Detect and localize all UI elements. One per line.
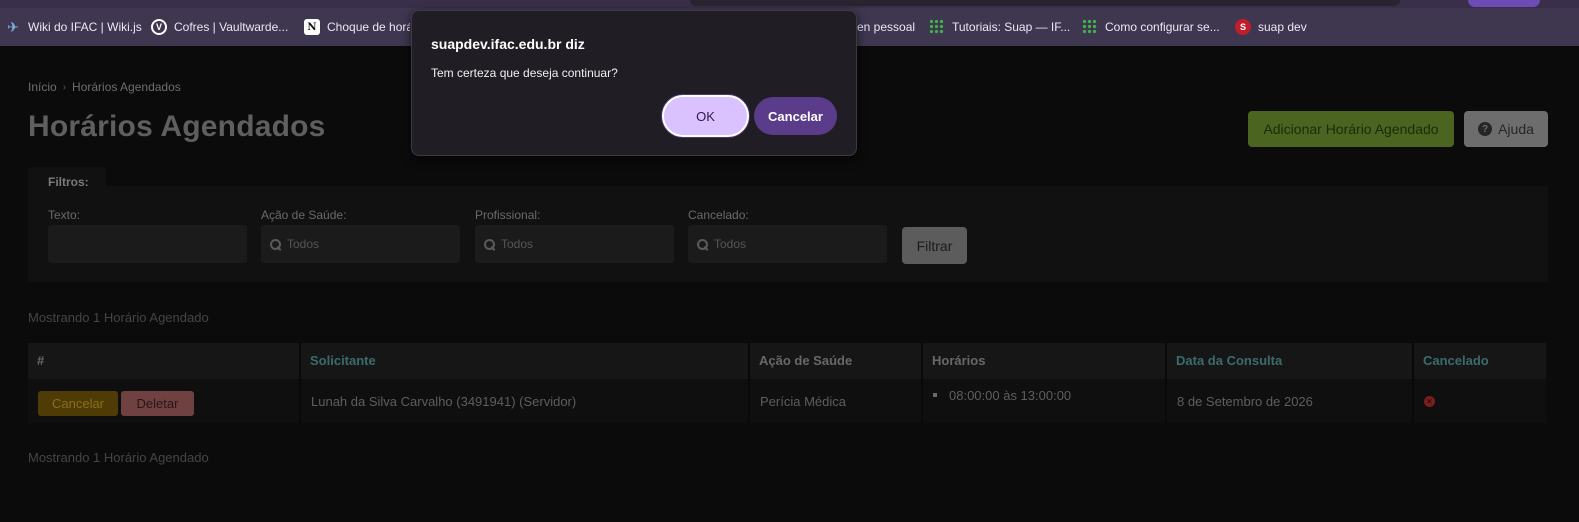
row-delete-button[interactable]: Deletar [121, 391, 194, 416]
cancelado-filter-placeholder: Todos [714, 237, 747, 251]
dialog-title: suapdev.ifac.edu.br diz [431, 36, 585, 52]
breadcrumb-current: Horários Agendados [72, 80, 181, 94]
acao-saude-filter-placeholder: Todos [287, 237, 320, 251]
cell-horarios: 08:00:00 às 13:00:00 [923, 373, 1071, 417]
suap-icon: S [1235, 19, 1251, 35]
filter-submit-button[interactable]: Filtrar [902, 227, 967, 264]
ifac-grid-icon [1082, 19, 1098, 35]
browser-profile-button[interactable] [1468, 0, 1540, 7]
browser-tab-strip [0, 0, 1579, 8]
bookmark-pessoal[interactable]: en pessoal [857, 17, 915, 37]
confirm-dialog: suapdev.ifac.edu.br diz Tem certeza que … [411, 10, 857, 156]
column-header-data-consulta[interactable]: Data da Consulta [1167, 343, 1282, 379]
bookmark-vaultwarden[interactable]: V Cofres | Vaultwarde... [151, 17, 288, 37]
breadcrumb-separator-icon: › [62, 81, 67, 93]
cell-solicitante: Lunah da Silva Carvalho (3491941) (Servi… [311, 393, 577, 409]
column-header-solicitante[interactable]: Solicitante [301, 343, 376, 379]
dialog-message: Tem certeza que deseja continuar? [431, 66, 618, 80]
results-summary-top: Mostrando 1 Horário Agendado [28, 310, 209, 325]
help-button[interactable]: ? Ajuda [1464, 111, 1548, 147]
column-header-index: # [37, 353, 45, 368]
wiki-bird-icon: ✈ [7, 18, 19, 35]
breadcrumb-home-link[interactable]: Início [28, 80, 57, 94]
bookmark-tutoriais-suap[interactable]: Tutoriais: Suap — IF... [929, 17, 1070, 37]
texto-filter-label: Texto: [48, 208, 81, 222]
acao-saude-filter-select[interactable]: Todos [261, 225, 460, 263]
page-title: Horários Agendados [28, 110, 326, 143]
search-icon [697, 238, 708, 250]
row-cancel-button[interactable]: Cancelar [38, 391, 118, 416]
filters-panel: Texto: Ação de Saúde: Todos Profissional… [28, 186, 1548, 282]
table-header: # Solicitante Ação de Saúde Horários Dat… [28, 343, 1546, 379]
question-icon: ? [1478, 122, 1493, 136]
bookmark-label: Choque de horá [327, 20, 410, 34]
bookmark-label: Wiki do IFAC | Wiki.js [28, 20, 142, 34]
bookmark-label: Como configurar se... [1105, 20, 1220, 34]
vaultwarden-icon: V [151, 19, 167, 35]
search-icon [484, 238, 495, 250]
texto-filter-input[interactable] [48, 225, 247, 263]
bookmark-como-configurar[interactable]: Como configurar se... [1082, 17, 1220, 37]
add-scheduled-time-button[interactable]: Adicionar Horário Agendado [1248, 111, 1454, 147]
profissional-filter-select[interactable]: Todos [475, 225, 674, 263]
ifac-grid-icon [929, 19, 945, 35]
active-tab-edge[interactable] [690, 0, 1400, 6]
cancelado-filter-label: Cancelado: [688, 208, 749, 222]
column-header-acao-saude: Ação de Saúde [759, 353, 853, 368]
bookmark-label: Cofres | Vaultwarde... [174, 20, 289, 34]
cell-data-consulta: 8 de Setembro de 2026 [1177, 393, 1313, 409]
bookmark-choque-horarios[interactable]: N Choque de horá [304, 17, 410, 37]
bookmark-label: en pessoal [857, 20, 916, 34]
profissional-filter-placeholder: Todos [501, 237, 534, 251]
bookmark-label: Tutoriais: Suap — IF... [952, 20, 1071, 34]
dialog-ok-button[interactable]: OK [662, 95, 749, 137]
list-bullet-icon [933, 393, 937, 397]
cancelled-no-icon: ✕ [1424, 395, 1435, 407]
search-icon [270, 238, 281, 250]
acao-saude-filter-label: Ação de Saúde: [261, 208, 347, 222]
help-button-label: Ajuda [1498, 121, 1534, 137]
column-header-cancelado[interactable]: Cancelado [1414, 343, 1489, 379]
breadcrumb: Início › Horários Agendados [28, 80, 181, 94]
dialog-cancel-button[interactable]: Cancelar [754, 97, 837, 135]
horario-item: 08:00:00 às 13:00:00 [949, 387, 1072, 403]
bookmark-suap-dev[interactable]: S suap dev [1235, 17, 1307, 37]
profissional-filter-label: Profissional: [475, 208, 541, 222]
bookmark-label: suap dev [1258, 20, 1307, 34]
cell-acao-saude: Perícia Médica [760, 393, 846, 409]
bookmark-wiki-ifac[interactable]: ✈ Wiki do IFAC | Wiki.js [5, 17, 142, 37]
scheduled-times-table: # Solicitante Ação de Saúde Horários Dat… [28, 343, 1546, 423]
cancelado-filter-select[interactable]: Todos [688, 225, 887, 263]
notion-icon: N [304, 19, 320, 35]
cell-cancelado: ✕ [1414, 379, 1435, 423]
results-summary-bottom: Mostrando 1 Horário Agendado [28, 450, 209, 465]
